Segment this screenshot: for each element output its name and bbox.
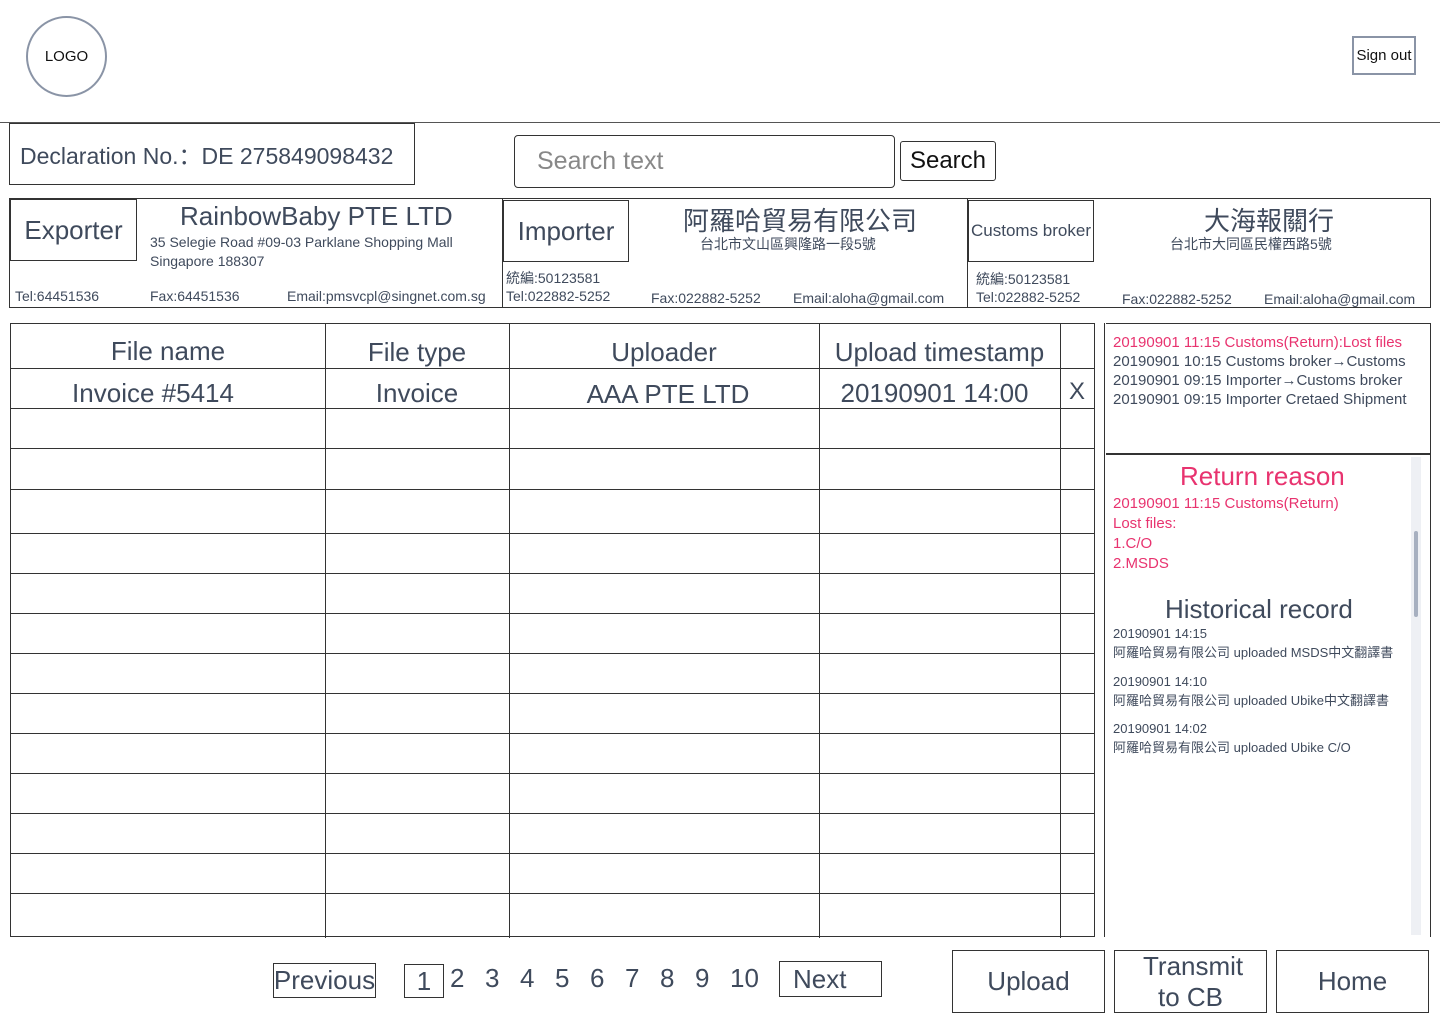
status-log-item: 20190901 09:15 Importer→Customs broker xyxy=(1113,372,1403,389)
return-reason-line: 20190901 11:15 Customs(Return) xyxy=(1113,495,1339,512)
table-panel-divider xyxy=(1104,323,1105,937)
exporter-role-label: Exporter xyxy=(10,199,137,261)
history-time: 20190901 14:10 xyxy=(1113,674,1207,689)
history-text: 阿羅哈貿易有限公司 uploaded MSDS中文翻譯書 xyxy=(1113,645,1394,660)
history-text: 阿羅哈貿易有限公司 uploaded Ubike中文翻譯書 xyxy=(1113,693,1389,708)
page-3-button[interactable]: 3 xyxy=(485,963,499,994)
declaration-number: Declaration No.：DE 275849098432 xyxy=(9,123,415,185)
sign-out-button[interactable]: Sign out xyxy=(1352,36,1416,75)
exporter-fax: Fax:64451536 xyxy=(150,288,240,304)
logo: LOGO xyxy=(26,16,107,97)
page-4-button[interactable]: 4 xyxy=(520,963,534,994)
parties-panel: Exporter RainbowBaby PTE LTD 35 Selegie … xyxy=(9,198,1431,308)
timestamp-cell: 20190901 14:00 xyxy=(840,378,1029,408)
history-time: 20190901 14:02 xyxy=(1113,721,1207,736)
file-table: File name File type Uploader Upload time… xyxy=(10,323,1095,938)
delete-file-button[interactable]: X xyxy=(1069,378,1085,406)
page-10-button[interactable]: 10 xyxy=(730,963,759,994)
column-header-file-type: File type xyxy=(367,337,467,367)
importer-name: 阿羅哈貿易有限公司 xyxy=(683,206,918,236)
importer-tax-id: 統編:50123581 xyxy=(506,270,601,286)
page-7-button[interactable]: 7 xyxy=(625,963,639,994)
history-time: 20190901 14:15 xyxy=(1113,626,1207,641)
status-log-item: 20190901 11:15 Customs(Return):Lost file… xyxy=(1113,334,1403,351)
status-log-item: 20190901 10:15 Customs broker→Customs xyxy=(1113,353,1406,370)
return-reason-line: Lost files: xyxy=(1113,515,1177,532)
scrollbar-thumb[interactable] xyxy=(1414,531,1418,617)
exporter-address-line1: 35 Selegie Road #09-03 Parklane Shopping… xyxy=(150,234,453,250)
broker-email: Email:aloha@gmail.com xyxy=(1264,291,1416,307)
historical-record-title: Historical record xyxy=(1165,594,1353,624)
detail-panel: Return reason 20190901 11:15 Customs(Ret… xyxy=(1106,454,1431,937)
return-reason-line: 1.C/O xyxy=(1113,535,1153,552)
broker-fax: Fax:022882-5252 xyxy=(1122,291,1232,307)
broker-name: 大海報關行 xyxy=(1204,206,1335,236)
importer-fax: Fax:022882-5252 xyxy=(651,290,761,306)
exporter-tel: Tel:64451536 xyxy=(15,288,100,304)
exporter-email: Email:pmsvcpl@singnet.com.sg xyxy=(287,288,486,304)
page-2-button[interactable]: 2 xyxy=(450,963,464,994)
importer-tel: Tel:022882-5252 xyxy=(506,288,611,304)
uploader-cell: AAA PTE LTD xyxy=(586,379,750,409)
broker-tax-id: 統編:50123581 xyxy=(976,271,1071,287)
exporter-name: RainbowBaby PTE LTD xyxy=(180,201,453,231)
scrollbar[interactable] xyxy=(1411,457,1421,935)
importer-role-label: Importer xyxy=(503,200,629,262)
search-input[interactable] xyxy=(514,135,895,188)
page-5-button[interactable]: 5 xyxy=(555,963,569,994)
column-header-file-name: File name xyxy=(110,336,226,366)
previous-page-button[interactable]: Previous xyxy=(273,963,376,998)
importer-email: Email:aloha@gmail.com xyxy=(793,290,945,306)
home-button[interactable]: Home xyxy=(1276,950,1429,1013)
file-type-cell: Invoice xyxy=(375,378,459,408)
column-header-uploader: Uploader xyxy=(611,337,717,367)
history-text: 阿羅哈貿易有限公司 uploaded Ubike C/O xyxy=(1113,740,1351,755)
importer-address: 台北市文山區興隆路一段5號 xyxy=(700,236,876,252)
file-name-cell[interactable]: Invoice #5414 xyxy=(11,378,295,409)
next-page-button[interactable]: Next xyxy=(779,961,882,997)
transmit-to-cb-button[interactable]: Transmit to CB xyxy=(1114,950,1267,1013)
page-6-button[interactable]: 6 xyxy=(590,963,604,994)
exporter-address-line2: Singapore 188307 xyxy=(150,253,265,269)
upload-button[interactable]: Upload xyxy=(952,950,1105,1013)
broker-role-label: Customs broker xyxy=(968,200,1094,262)
search-button[interactable]: Search xyxy=(900,141,996,181)
page-1-button[interactable]: 1 xyxy=(404,964,444,998)
page-9-button[interactable]: 9 xyxy=(695,963,709,994)
column-header-upload-timestamp: Upload timestamp xyxy=(834,337,1045,367)
page-8-button[interactable]: 8 xyxy=(660,963,674,994)
broker-address: 台北市大同區民權西路5號 xyxy=(1170,236,1332,252)
return-reason-line: 2.MSDS xyxy=(1113,555,1169,572)
status-log-panel: 20190901 11:15 Customs(Return):Lost file… xyxy=(1106,323,1431,454)
return-reason-title: Return reason xyxy=(1180,461,1345,491)
broker-tel: Tel:022882-5252 xyxy=(976,289,1081,305)
status-log-item: 20190901 09:15 Importer Cretaed Shipment xyxy=(1113,391,1407,408)
